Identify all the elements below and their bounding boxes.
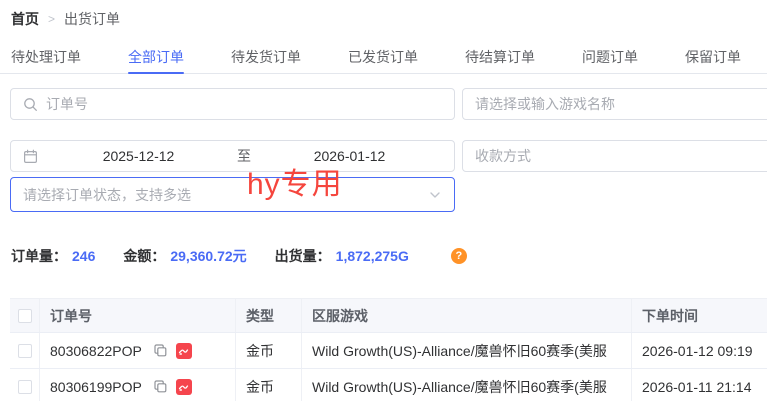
copy-icon[interactable]	[153, 379, 168, 394]
order-number-search-box	[10, 88, 455, 120]
order-status-placeholder: 请选择订单状态，支持多选	[23, 185, 428, 205]
table-row: 80306822POP 金币 Wild Growth(US)-Alliance/…	[10, 333, 767, 369]
tab-pending-orders[interactable]: 待处理订单	[11, 43, 81, 73]
search-icon	[23, 97, 38, 112]
stat-shipment: 出货量： 1,872,275G	[275, 246, 409, 266]
breadcrumb-current: 出货订单	[64, 9, 120, 29]
stat-shipment-label: 出货量：	[275, 246, 331, 266]
row-checkbox-cell	[10, 369, 40, 401]
date-start-value[interactable]: 2025-12-12	[46, 148, 231, 164]
tab-reserved-orders[interactable]: 保留订单	[685, 43, 741, 73]
order-type-cell: 金币	[236, 369, 302, 401]
chevron-down-icon	[428, 188, 442, 202]
table-row: 80306199POP 金币 Wild Growth(US)-Alliance/…	[10, 369, 767, 401]
tab-shipped-orders[interactable]: 已发货订单	[348, 43, 418, 73]
stat-amount-value: 29,360.72元	[170, 246, 246, 266]
summary-stats: 订单量： 246 金额： 29,360.72元 出货量： 1,872,275G …	[11, 246, 467, 266]
game-name-search-box	[462, 88, 767, 120]
breadcrumb-home[interactable]: 首页	[11, 9, 39, 29]
stat-amount-label: 金额：	[123, 246, 165, 266]
hy-watermark-text: hy专用	[247, 166, 343, 204]
table-header-type: 类型	[236, 299, 302, 332]
order-time-cell: 2026-01-11 21:14	[632, 369, 767, 401]
stat-order-count-value: 246	[72, 248, 95, 264]
order-type-cell: 金币	[236, 333, 302, 368]
table-header-time: 下单时间	[632, 299, 767, 332]
table-header-game: 区服游戏	[302, 299, 632, 332]
red-chat-badge-icon[interactable]	[176, 343, 192, 359]
row-checkbox[interactable]	[18, 344, 32, 358]
game-name-input[interactable]	[475, 96, 767, 112]
order-time-cell: 2026-01-12 09:19	[632, 333, 767, 368]
tab-problem-orders[interactable]: 问题订单	[582, 43, 638, 73]
date-range-picker[interactable]: 2025-12-12 至 2026-01-12	[10, 140, 455, 172]
order-no-cell: 80306822POP	[40, 333, 236, 368]
select-all-checkbox[interactable]	[18, 309, 32, 323]
help-question-icon[interactable]: ?	[451, 248, 467, 264]
row-checkbox-cell	[10, 333, 40, 368]
order-no-text: 80306199POP	[50, 379, 142, 395]
table-header-order-no: 订单号	[40, 299, 236, 332]
game-server-cell: Wild Growth(US)-Alliance/魔兽怀旧60赛季(美服	[302, 333, 632, 368]
breadcrumb-separator-icon: >	[48, 12, 55, 26]
tab-to-settle-orders[interactable]: 待结算订单	[465, 43, 535, 73]
order-tabs: 待处理订单 全部订单 待发货订单 已发货订单 待结算订单 问题订单 保留订单	[0, 43, 767, 74]
stat-order-count-label: 订单量：	[11, 246, 67, 266]
date-end-value[interactable]: 2026-01-12	[257, 148, 442, 164]
order-no-text: 80306822POP	[50, 343, 142, 359]
orders-table: 订单号 类型 区服游戏 下单时间 80306822POP 金币 Wild Gro…	[10, 298, 767, 401]
copy-icon[interactable]	[153, 343, 168, 358]
tab-to-ship-orders[interactable]: 待发货订单	[231, 43, 301, 73]
order-number-input[interactable]	[46, 96, 442, 112]
stat-shipment-value: 1,872,275G	[336, 248, 409, 264]
row-checkbox[interactable]	[18, 380, 32, 394]
breadcrumb: 首页 > 出货订单	[11, 9, 120, 29]
payment-method-input[interactable]	[475, 148, 767, 164]
order-no-cell: 80306199POP	[40, 369, 236, 401]
order-status-select[interactable]: 请选择订单状态，支持多选	[10, 177, 455, 212]
red-chat-badge-icon[interactable]	[176, 379, 192, 395]
date-range-separator: 至	[231, 146, 257, 166]
payment-method-box	[462, 140, 767, 172]
table-header-checkbox-cell	[10, 299, 40, 332]
stat-order-count: 订单量： 246	[11, 246, 95, 266]
tab-all-orders[interactable]: 全部订单	[128, 43, 184, 73]
table-header-row: 订单号 类型 区服游戏 下单时间	[10, 299, 767, 333]
stat-amount: 金额： 29,360.72元	[123, 246, 246, 266]
calendar-icon	[23, 149, 38, 164]
game-server-cell: Wild Growth(US)-Alliance/魔兽怀旧60赛季(美服	[302, 369, 632, 401]
